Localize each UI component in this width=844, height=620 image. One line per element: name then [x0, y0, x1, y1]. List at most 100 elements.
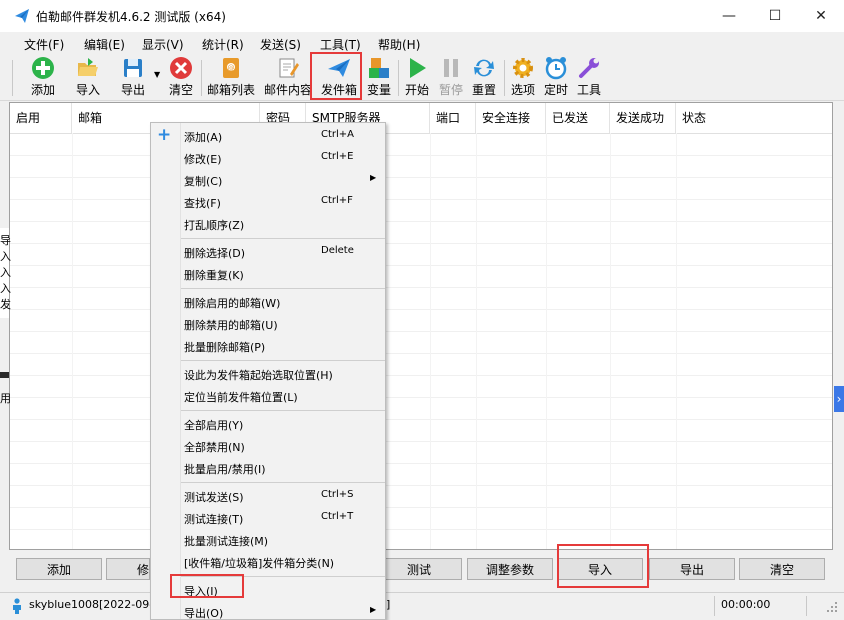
menu-item-label: 批量删除邮箱(P)	[184, 341, 266, 354]
menu-tools[interactable]: 工具(T)	[320, 36, 361, 53]
edit-button[interactable]: 修	[106, 558, 150, 580]
mailbox-grid[interactable]: 启用 邮箱 密码 SMTP服务器 端口 安全连接 已发送 发送成功 状态	[9, 102, 833, 550]
menu-bar: 文件(F) 编辑(E) 显示(V) 统计(R) 发送(S) 工具(T) 帮助(H…	[0, 32, 844, 54]
menu-item-delete-duplicates[interactable]: 删除重复(K)	[151, 263, 385, 285]
export-button[interactable]: 导出	[649, 558, 735, 580]
submenu-arrow-icon: ▶	[370, 173, 377, 182]
row-divider	[10, 463, 832, 464]
menu-item-delete-enabled[interactable]: 删除启用的邮箱(W)	[151, 291, 385, 313]
import-button-highlight	[557, 544, 649, 588]
mailbox-list-tool-label: 邮箱列表	[206, 83, 255, 97]
reset-tool-button[interactable]: 重置	[470, 56, 498, 98]
schedule-tool-label: 定时	[543, 83, 568, 97]
export-dropdown-arrow-icon[interactable]: ▼	[154, 70, 160, 79]
export-tool-button[interactable]: 导出	[118, 56, 148, 98]
variables-tool-button[interactable]: 变量	[364, 56, 394, 98]
menu-item-shortcut: Delete	[321, 245, 354, 256]
options-tool-button[interactable]: 选项	[509, 56, 537, 98]
column-header-success[interactable]: 发送成功	[610, 103, 676, 133]
menu-item-delete-disabled[interactable]: 删除禁用的邮箱(U)	[151, 313, 385, 335]
maximize-button[interactable]: ☐	[752, 0, 798, 32]
menu-stats[interactable]: 统计(R)	[202, 36, 244, 53]
column-divider	[676, 133, 677, 549]
column-header-secure[interactable]: 安全连接	[476, 103, 546, 133]
column-header-status[interactable]: 状态	[676, 103, 832, 133]
clear-button[interactable]: 清空	[739, 558, 825, 580]
menu-item-disable-all[interactable]: 全部禁用(N)	[151, 435, 385, 457]
add-tool-button[interactable]: 添加	[28, 56, 58, 98]
menu-item-label: 删除重复(K)	[184, 269, 244, 282]
column-header-port[interactable]: 端口	[430, 103, 476, 133]
menu-item-label: 测试发送(S)	[184, 491, 244, 504]
menu-item-shuffle[interactable]: 打乱顺序(Z)	[151, 213, 385, 235]
row-divider	[10, 155, 832, 156]
menu-separator	[181, 482, 385, 483]
menu-item-test-connection[interactable]: 测试连接(T) Ctrl+T	[151, 507, 385, 529]
mail-content-tool-button[interactable]: 邮件内容	[263, 56, 313, 98]
row-divider	[10, 309, 832, 310]
schedule-tool-button[interactable]: 定时	[542, 56, 570, 98]
status-bracket: ]	[386, 598, 391, 611]
add-button[interactable]: 添加	[16, 558, 102, 580]
close-button[interactable]: ✕	[798, 0, 844, 32]
menu-view[interactable]: 显示(V)	[142, 36, 184, 53]
menu-item-add[interactable]: + 添加(A) Ctrl+A	[151, 125, 385, 147]
blocks-icon	[366, 56, 392, 80]
adjust-params-button[interactable]: 调整参数	[467, 558, 553, 580]
toolbar-separator	[201, 60, 202, 96]
background-text: 入	[0, 250, 11, 263]
menu-item-edit[interactable]: 修改(E) Ctrl+E	[151, 147, 385, 169]
menu-item-find[interactable]: 查找(F) Ctrl+F	[151, 191, 385, 213]
side-expand-tab[interactable]: ›	[834, 386, 844, 412]
toolbar-separator	[398, 60, 399, 96]
column-divider	[546, 133, 547, 549]
background-text: 入	[0, 266, 11, 279]
header-divider	[10, 133, 832, 134]
test-button[interactable]: 测试	[376, 558, 462, 580]
alarm-clock-icon	[543, 56, 569, 80]
start-tool-label: 开始	[404, 83, 429, 97]
clear-tool-button[interactable]: 清空	[166, 56, 196, 98]
menu-item-label: [收件箱/垃圾箱]发件箱分类(N)	[184, 557, 335, 570]
menu-item-batch-test-connection[interactable]: 批量测试连接(M)	[151, 529, 385, 551]
menu-item-test-send[interactable]: 测试发送(S) Ctrl+S	[151, 485, 385, 507]
column-header-sent[interactable]: 已发送	[546, 103, 610, 133]
row-divider	[10, 485, 832, 486]
resize-grip-icon[interactable]	[826, 601, 838, 616]
menu-item-export[interactable]: 导出(O) ▶	[151, 601, 385, 620]
menu-item-delete-selected[interactable]: 删除选择(D) Delete	[151, 241, 385, 263]
plus-icon: +	[157, 125, 172, 145]
menu-item-classify-sender[interactable]: [收件箱/垃圾箱]发件箱分类(N)	[151, 551, 385, 573]
menu-item-shortcut: Ctrl+T	[321, 511, 354, 522]
minimize-button[interactable]: —	[706, 0, 752, 32]
address-book-icon: @	[218, 56, 244, 80]
column-header-enabled[interactable]: 启用	[10, 103, 72, 133]
tools-tool-button[interactable]: 工具	[575, 56, 603, 98]
menu-import-highlight	[170, 574, 244, 598]
menu-item-label: 查找(F)	[184, 197, 221, 210]
status-timer: 00:00:00	[721, 598, 771, 611]
import-tool-button[interactable]: 导入	[73, 56, 103, 98]
menu-separator	[181, 410, 385, 411]
menu-file[interactable]: 文件(F)	[24, 36, 64, 53]
background-text: 用	[0, 392, 11, 405]
menu-send[interactable]: 发送(S)	[260, 36, 301, 53]
menu-item-label: 修改(E)	[184, 153, 222, 166]
mailbox-list-tool-button[interactable]: @ 邮箱列表	[206, 56, 256, 98]
menu-item-label: 定位当前发件箱位置(L)	[184, 391, 298, 404]
menu-item-copy[interactable]: 复制(C) ▶	[151, 169, 385, 191]
menu-item-set-start-position[interactable]: 设此为发件箱起始选取位置(H)	[151, 363, 385, 385]
reset-tool-label: 重置	[471, 83, 496, 97]
menu-help[interactable]: 帮助(H)	[378, 36, 420, 53]
menu-item-locate-current[interactable]: 定位当前发件箱位置(L)	[151, 385, 385, 407]
menu-item-enable-all[interactable]: 全部启用(Y)	[151, 413, 385, 435]
start-tool-button[interactable]: 开始	[403, 56, 431, 98]
menu-item-batch-delete[interactable]: 批量删除邮箱(P)	[151, 335, 385, 357]
row-divider	[10, 507, 832, 508]
menu-edit[interactable]: 编辑(E)	[84, 36, 125, 53]
row-divider	[10, 177, 832, 178]
play-icon	[404, 56, 430, 80]
menu-item-label: 批量启用/禁用(I)	[184, 463, 266, 476]
sender-box-highlight	[310, 52, 362, 100]
menu-item-batch-toggle[interactable]: 批量启用/禁用(I)	[151, 457, 385, 479]
